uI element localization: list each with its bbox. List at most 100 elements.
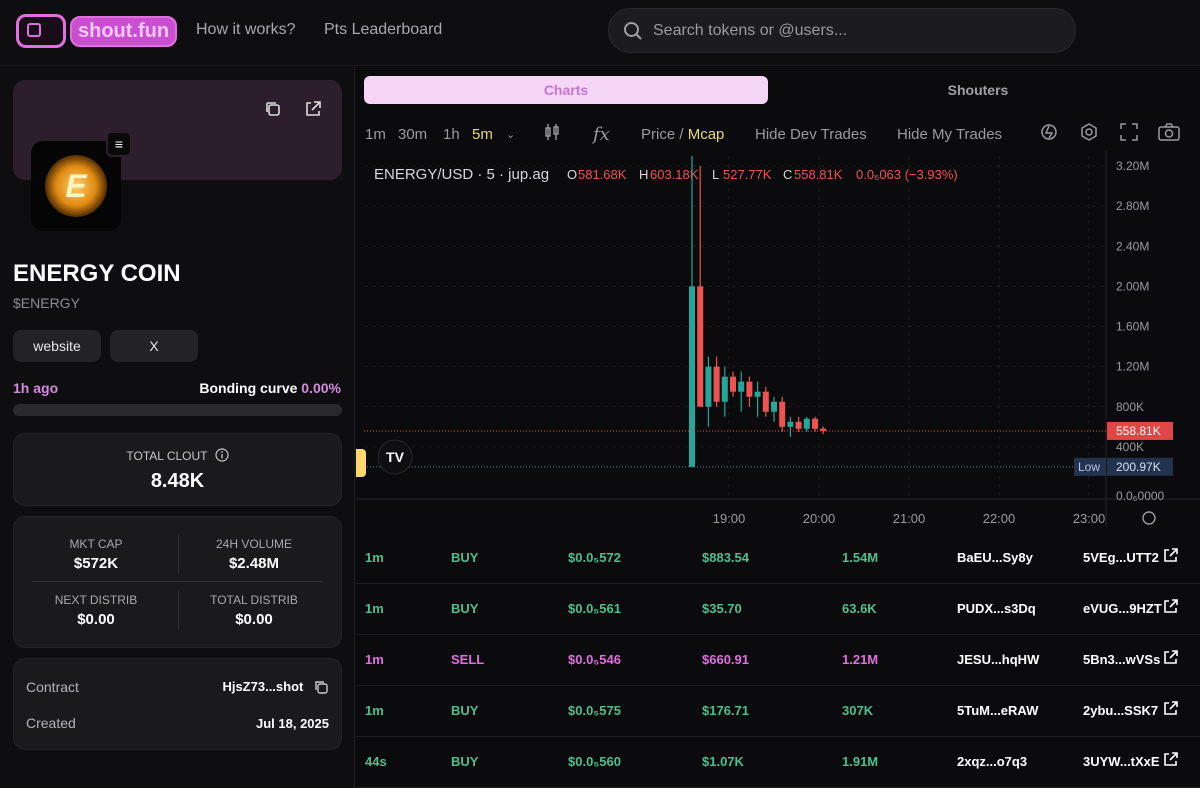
trade-row[interactable]: 1m BUY $0.0₅572 $883.54 1.54M BaEU...Sy8y 5VEg… xyxy=(356,533,1200,584)
external-link-icon[interactable] xyxy=(1163,751,1179,770)
trade-tx[interactable]: 5VEg...UTT2 xyxy=(1083,550,1159,565)
candlestick-chart: 3.20M 2.80M 2.40M 2.00M 1.60M 1.20M 800K 400K 0.… xyxy=(356,151,1200,527)
interval-5m[interactable]: 5m xyxy=(472,126,493,143)
ohlc-key: O xyxy=(567,167,577,182)
info-icon[interactable] xyxy=(215,448,229,462)
trade-row[interactable]: 1m SELL $0.0₅546 $660.91 1.21M JESU...hqHW 5Bn… xyxy=(356,635,1200,686)
y-tick-label: 400K xyxy=(1116,440,1144,454)
y-tick-label: 800K xyxy=(1116,400,1144,414)
nav-pts-leaderboard[interactable]: Pts Leaderboard xyxy=(324,21,442,39)
trade-tx[interactable]: 3UYW...tXxE xyxy=(1083,754,1160,769)
trade-price: $0.0₅546 xyxy=(568,652,621,667)
trade-row[interactable]: 44s BUY $0.0₅560 $1.07K 1.91M 2xqz...o7q3 3UYW… xyxy=(356,737,1200,788)
trade-row[interactable]: 1m BUY $0.0₅575 $176.71 307K 5TuM...eRAW 2ybu.… xyxy=(356,686,1200,737)
external-link-icon[interactable] xyxy=(1163,547,1179,566)
candle-body xyxy=(803,418,810,429)
y-tick-label: 1.20M xyxy=(1116,360,1149,374)
external-link-icon[interactable] xyxy=(303,100,323,120)
trade-price: $0.0₅572 xyxy=(568,550,621,565)
ohlc-change: 0.0₆063 (−3.93%) xyxy=(856,167,958,182)
ohlc-key: H xyxy=(639,167,648,182)
tab-charts[interactable]: Charts xyxy=(364,76,768,104)
trade-age: 1m xyxy=(365,703,384,718)
external-link-icon[interactable] xyxy=(1163,700,1179,719)
candle-body xyxy=(713,366,720,402)
x-tick-label: 23:00 xyxy=(1073,511,1106,526)
low-value: 200.97K xyxy=(1116,460,1161,474)
x-tick-label: 20:00 xyxy=(803,511,836,526)
total-clout-label: TOTAL CLOUT xyxy=(14,448,341,463)
interval-1h[interactable]: 1h xyxy=(443,126,460,143)
logo-icon xyxy=(16,14,66,48)
candle-body xyxy=(812,418,818,429)
trade-usd: $660.91 xyxy=(702,652,749,667)
trade-price: $0.0₅561 xyxy=(568,601,621,616)
bonding-curve-progress xyxy=(13,404,342,416)
nav-how-it-works[interactable]: How it works? xyxy=(196,21,296,39)
trade-row[interactable]: 1m BUY $0.0₅561 $35.70 63.6K PUDX...s3Dq eVUG.… xyxy=(356,584,1200,635)
website-button[interactable]: website xyxy=(13,330,101,362)
screenshot-icon[interactable] xyxy=(1158,123,1180,145)
candle-body xyxy=(787,421,794,427)
price-chart[interactable]: 3.20M 2.80M 2.40M 2.00M 1.60M 1.20M 800K 400K 0.… xyxy=(356,151,1200,527)
indicators-icon[interactable]: fx xyxy=(593,124,610,145)
trade-maker[interactable]: 2xqz...o7q3 xyxy=(957,754,1027,769)
hide-dev-trades-toggle[interactable]: Hide Dev Trades xyxy=(755,126,867,143)
token-panel: E ≡ ENERGY COIN $ENERGY website X 1h ago… xyxy=(0,67,355,788)
search-bar[interactable] xyxy=(608,8,1076,53)
y-tick-label: 2.80M xyxy=(1116,199,1149,213)
trade-usd: $176.71 xyxy=(702,703,749,718)
external-link-icon[interactable] xyxy=(1163,598,1179,617)
interval-1m[interactable]: 1m xyxy=(365,126,386,143)
tradingview-logo: TV xyxy=(386,449,405,465)
x-link-button[interactable]: X xyxy=(110,330,198,362)
divider xyxy=(32,581,323,582)
candles-icon[interactable] xyxy=(544,123,560,145)
top-bar: shout.fun How it works? Pts Leaderboard xyxy=(0,0,1200,66)
token-name: ENERGY COIN xyxy=(13,260,181,287)
y-tick-label: 3.20M xyxy=(1116,159,1149,173)
interval-30m[interactable]: 30m xyxy=(398,126,427,143)
trade-maker[interactable]: PUDX...s3Dq xyxy=(957,601,1036,616)
trade-side: BUY xyxy=(451,703,479,718)
candle-body xyxy=(697,286,704,407)
fullscreen-icon[interactable] xyxy=(1120,123,1138,145)
y-tick-label: 1.60M xyxy=(1116,320,1149,334)
trade-tx[interactable]: 2ybu...SSK7 xyxy=(1083,703,1158,718)
ohlc-value: 558.81K xyxy=(794,167,843,182)
price-mcap-toggle[interactable]: Price / Mcap xyxy=(641,126,724,143)
trade-tx[interactable]: 5Bn3...wVSs xyxy=(1083,652,1160,667)
ohlc-value: 581.68K xyxy=(578,167,627,182)
candle-body xyxy=(705,366,712,407)
energy-logo-icon: E xyxy=(45,155,107,217)
trade-maker[interactable]: JESU...hqHW xyxy=(957,652,1039,667)
token-ticker: $ENERGY xyxy=(13,295,80,311)
expand-panel-handle[interactable] xyxy=(356,449,366,477)
ohlc-key: C xyxy=(783,167,792,182)
logo[interactable]: shout.fun xyxy=(16,14,178,48)
logo-text: shout.fun xyxy=(70,15,178,47)
trade-usd: $1.07K xyxy=(702,754,744,769)
y-tick-label: 0.0₆0000 xyxy=(1116,489,1165,503)
copy-icon[interactable] xyxy=(263,100,283,120)
x-tick-label: 21:00 xyxy=(893,511,926,526)
search-input[interactable] xyxy=(653,21,1053,40)
trade-tx[interactable]: eVUG...9HZT xyxy=(1083,601,1162,616)
trade-price: $0.0₅575 xyxy=(568,703,621,718)
trade-maker[interactable]: 5TuM...eRAW xyxy=(957,703,1038,718)
bonding-curve-status: Bonding curve 0.00% xyxy=(199,380,341,396)
contract-address[interactable]: HjsZ73...shot xyxy=(222,679,329,695)
hide-my-trades-toggle[interactable]: Hide My Trades xyxy=(897,126,1002,143)
tabs: Charts Shouters xyxy=(356,67,1200,115)
tab-shouters[interactable]: Shouters xyxy=(776,76,1180,104)
trade-maker[interactable]: BaEU...Sy8y xyxy=(957,550,1033,565)
alert-icon[interactable] xyxy=(1039,122,1059,146)
candle-body xyxy=(795,421,802,429)
created-label: Created xyxy=(26,715,76,731)
trade-age: 44s xyxy=(365,754,387,769)
chevron-down-icon[interactable]: ⌄ xyxy=(506,128,515,141)
external-link-icon[interactable] xyxy=(1163,649,1179,668)
settings-icon[interactable] xyxy=(1079,122,1099,146)
trade-usd: $883.54 xyxy=(702,550,749,565)
copy-icon[interactable] xyxy=(313,679,329,695)
